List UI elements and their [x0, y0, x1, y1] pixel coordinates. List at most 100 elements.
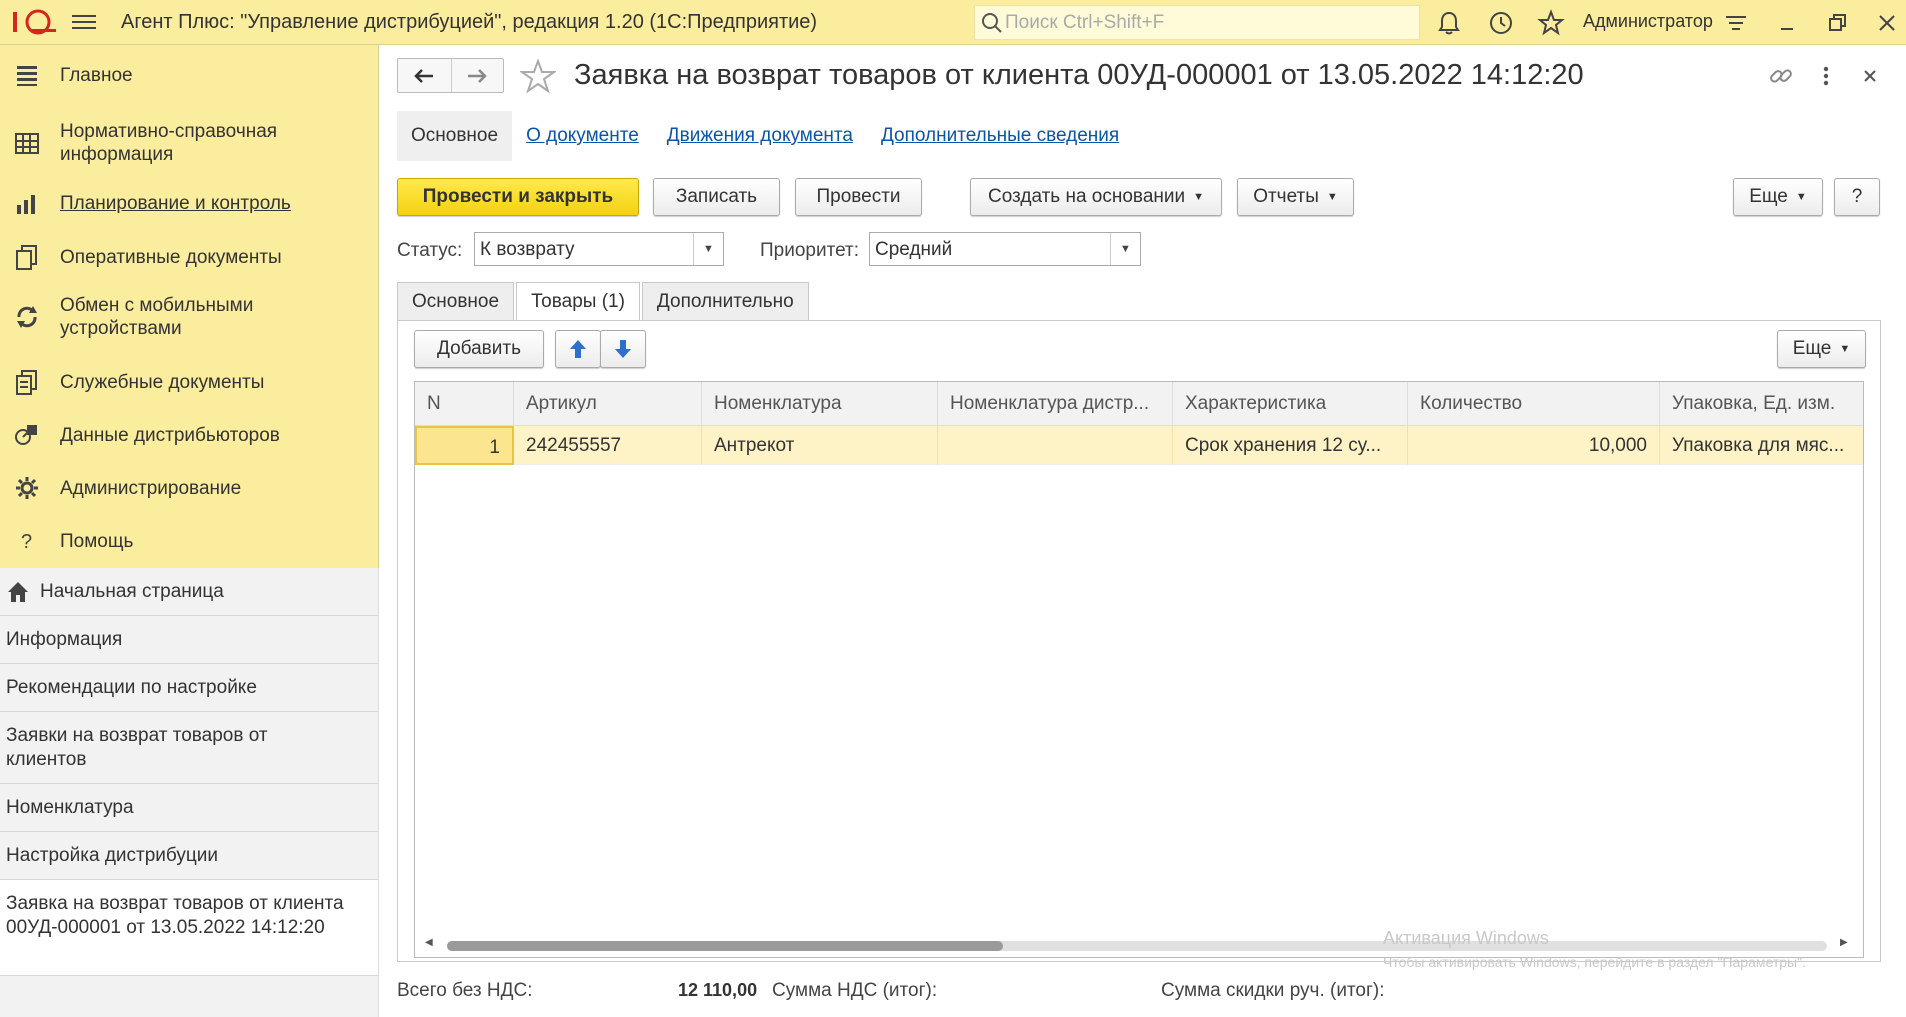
settings-menu-icon[interactable]	[1722, 9, 1750, 37]
app-title: Агент Плюс: "Управление дистрибуцией", р…	[121, 11, 818, 33]
table-cell[interactable]: Упаковка для мяс...	[1660, 426, 1863, 465]
table-cell[interactable]: 1	[415, 426, 514, 465]
reports-button[interactable]: Отчеты ▼	[1237, 178, 1354, 216]
post-button[interactable]: Провести	[795, 178, 922, 216]
open-window-item[interactable]: Рекомендации по настройке	[0, 664, 378, 712]
table-cell[interactable]: 10,000	[1408, 426, 1660, 465]
chevron-down-icon[interactable]: ▼	[693, 233, 723, 265]
priority-value: Средний	[875, 239, 953, 260]
restore-icon[interactable]	[1823, 9, 1851, 37]
section-label: Администрирование	[60, 477, 242, 499]
forward-button[interactable]	[450, 59, 504, 92]
search-input[interactable]	[1005, 8, 1405, 37]
activation-watermark-text: Чтобы активировать Windows, перейдите в …	[1383, 954, 1806, 970]
back-button[interactable]	[398, 59, 451, 92]
column-header[interactable]: Артикул	[514, 382, 702, 426]
bar-chart-icon	[17, 195, 35, 214]
section-mobile-exchange[interactable]: Обмен с мобильными устройствами	[0, 287, 379, 347]
section-label: Главное	[60, 64, 133, 86]
open-window-item[interactable]: Настройка дистрибуции	[0, 832, 378, 880]
section-label: Обмен с мобильными устройствами	[60, 295, 254, 339]
table-row[interactable]: 1 242455557 Антрекот Срок хранения 12 су…	[415, 426, 1863, 465]
open-window-item[interactable]: Информация	[0, 616, 378, 664]
column-header[interactable]: Количество	[1408, 382, 1660, 426]
open-window-item[interactable]: Номенклатура	[0, 784, 378, 832]
user-name[interactable]: Администратор	[1583, 11, 1713, 32]
add-row-button[interactable]: Добавить	[414, 330, 544, 368]
section-main[interactable]: Главное	[0, 57, 379, 93]
chevron-down-icon: ▼	[1326, 191, 1338, 203]
arrow-left-icon	[414, 68, 434, 83]
column-header[interactable]: N	[415, 382, 514, 426]
post-and-close-button[interactable]: Провести и закрыть	[397, 178, 639, 216]
tab-goods[interactable]: Товары (1)	[516, 282, 640, 321]
open-window-item[interactable]: Заявки на возврат товаров от клиентов	[0, 712, 378, 784]
column-header[interactable]: Номенклатура	[702, 382, 938, 426]
save-button[interactable]: Записать	[653, 178, 780, 216]
scroll-right-icon[interactable]: ▶	[1840, 937, 1848, 948]
section-distributor-data[interactable]: Данные дистрибьюторов	[0, 417, 379, 453]
favorites-star-icon[interactable]	[1537, 9, 1565, 37]
table-header: N Артикул Номенклатура Номенклатура дист…	[415, 382, 1863, 426]
open-window-label: Заявки на возврат товаров от клиентов	[6, 725, 268, 770]
history-icon[interactable]	[1487, 9, 1515, 37]
document-title: Заявка на возврат товаров от клиента 00У…	[574, 59, 1584, 91]
section-administration[interactable]: Администрирование	[0, 470, 379, 506]
column-header[interactable]: Характеристика	[1173, 382, 1408, 426]
close-app-icon[interactable]	[1873, 9, 1901, 37]
section-reference-info[interactable]: Нормативно-справочная информация	[0, 113, 379, 173]
open-window-label: Рекомендации по настройке	[6, 677, 257, 698]
tab-additional[interactable]: Дополнительно	[641, 282, 809, 320]
table-more-button[interactable]: Еще ▼	[1777, 330, 1866, 368]
help-button[interactable]: ?	[1834, 178, 1880, 216]
open-window-home[interactable]: Начальная страница	[0, 568, 378, 616]
section-planning[interactable]: Планирование и контроль	[0, 185, 379, 221]
table-cell[interactable]: 242455557	[514, 426, 702, 465]
main-menu-button[interactable]	[72, 11, 96, 33]
chevron-down-icon: ▼	[1839, 343, 1851, 355]
link-document-movements[interactable]: Движения документа	[653, 111, 867, 161]
favorite-star-icon[interactable]	[520, 59, 556, 93]
title-bar: Агент Плюс: "Управление дистрибуцией", р…	[0, 0, 1906, 45]
chevron-down-icon[interactable]: ▼	[1110, 233, 1140, 265]
section-operational-docs[interactable]: Оперативные документы	[0, 239, 379, 275]
open-window-current[interactable]: Заявка на возврат товаров от клиента 00У…	[0, 880, 378, 976]
link-icon[interactable]	[1767, 62, 1795, 90]
section-label: Нормативно-справочная информация	[60, 121, 278, 165]
open-window-label: Номенклатура	[6, 797, 134, 818]
section-service-docs[interactable]: Служебные документы	[0, 364, 379, 400]
goods-table[interactable]: N Артикул Номенклатура Номенклатура дист…	[414, 381, 1864, 958]
priority-field[interactable]: Средний ▼	[869, 232, 1141, 266]
close-form-icon[interactable]	[1856, 62, 1884, 90]
column-header[interactable]: Номенклатура дистр...	[938, 382, 1173, 426]
open-window-label: Начальная страница	[40, 581, 224, 602]
table-cell[interactable]	[938, 426, 1173, 465]
grid-table-icon	[15, 133, 39, 154]
more-button[interactable]: Еще ▼	[1733, 178, 1823, 216]
minimize-icon[interactable]	[1773, 9, 1801, 37]
scroll-left-icon[interactable]: ◀	[425, 937, 433, 948]
move-up-button[interactable]	[555, 330, 601, 368]
move-down-button[interactable]	[600, 330, 646, 368]
distributor-data-icon	[15, 425, 37, 445]
link-main[interactable]: Основное	[397, 111, 513, 161]
table-cell[interactable]: Антрекот	[702, 426, 938, 465]
table-cell[interactable]: Срок хранения 12 су...	[1173, 426, 1408, 465]
bell-icon[interactable]	[1435, 9, 1463, 37]
section-label: Данные дистрибьюторов	[60, 424, 280, 446]
column-header[interactable]: Упаковка, Ед. изм.	[1660, 382, 1863, 426]
global-search[interactable]	[974, 5, 1420, 40]
scrollbar-thumb[interactable]	[447, 941, 1003, 951]
section-help[interactable]: ? Помощь	[0, 523, 379, 559]
tab-main[interactable]: Основное	[397, 282, 515, 320]
create-based-on-button[interactable]: Создать на основании ▼	[970, 178, 1222, 216]
chevron-down-icon: ▼	[1795, 191, 1807, 203]
link-additional-info[interactable]: Дополнительные сведения	[867, 111, 1133, 161]
status-field[interactable]: К возврату ▼	[474, 232, 724, 266]
question-icon: ?	[21, 531, 32, 553]
arrow-right-icon	[468, 68, 488, 83]
more-vertical-icon[interactable]	[1812, 62, 1840, 90]
reports-label: Отчеты	[1253, 186, 1319, 207]
link-about-document[interactable]: О документе	[512, 111, 653, 161]
activation-watermark-title: Активация Windows	[1383, 928, 1549, 948]
